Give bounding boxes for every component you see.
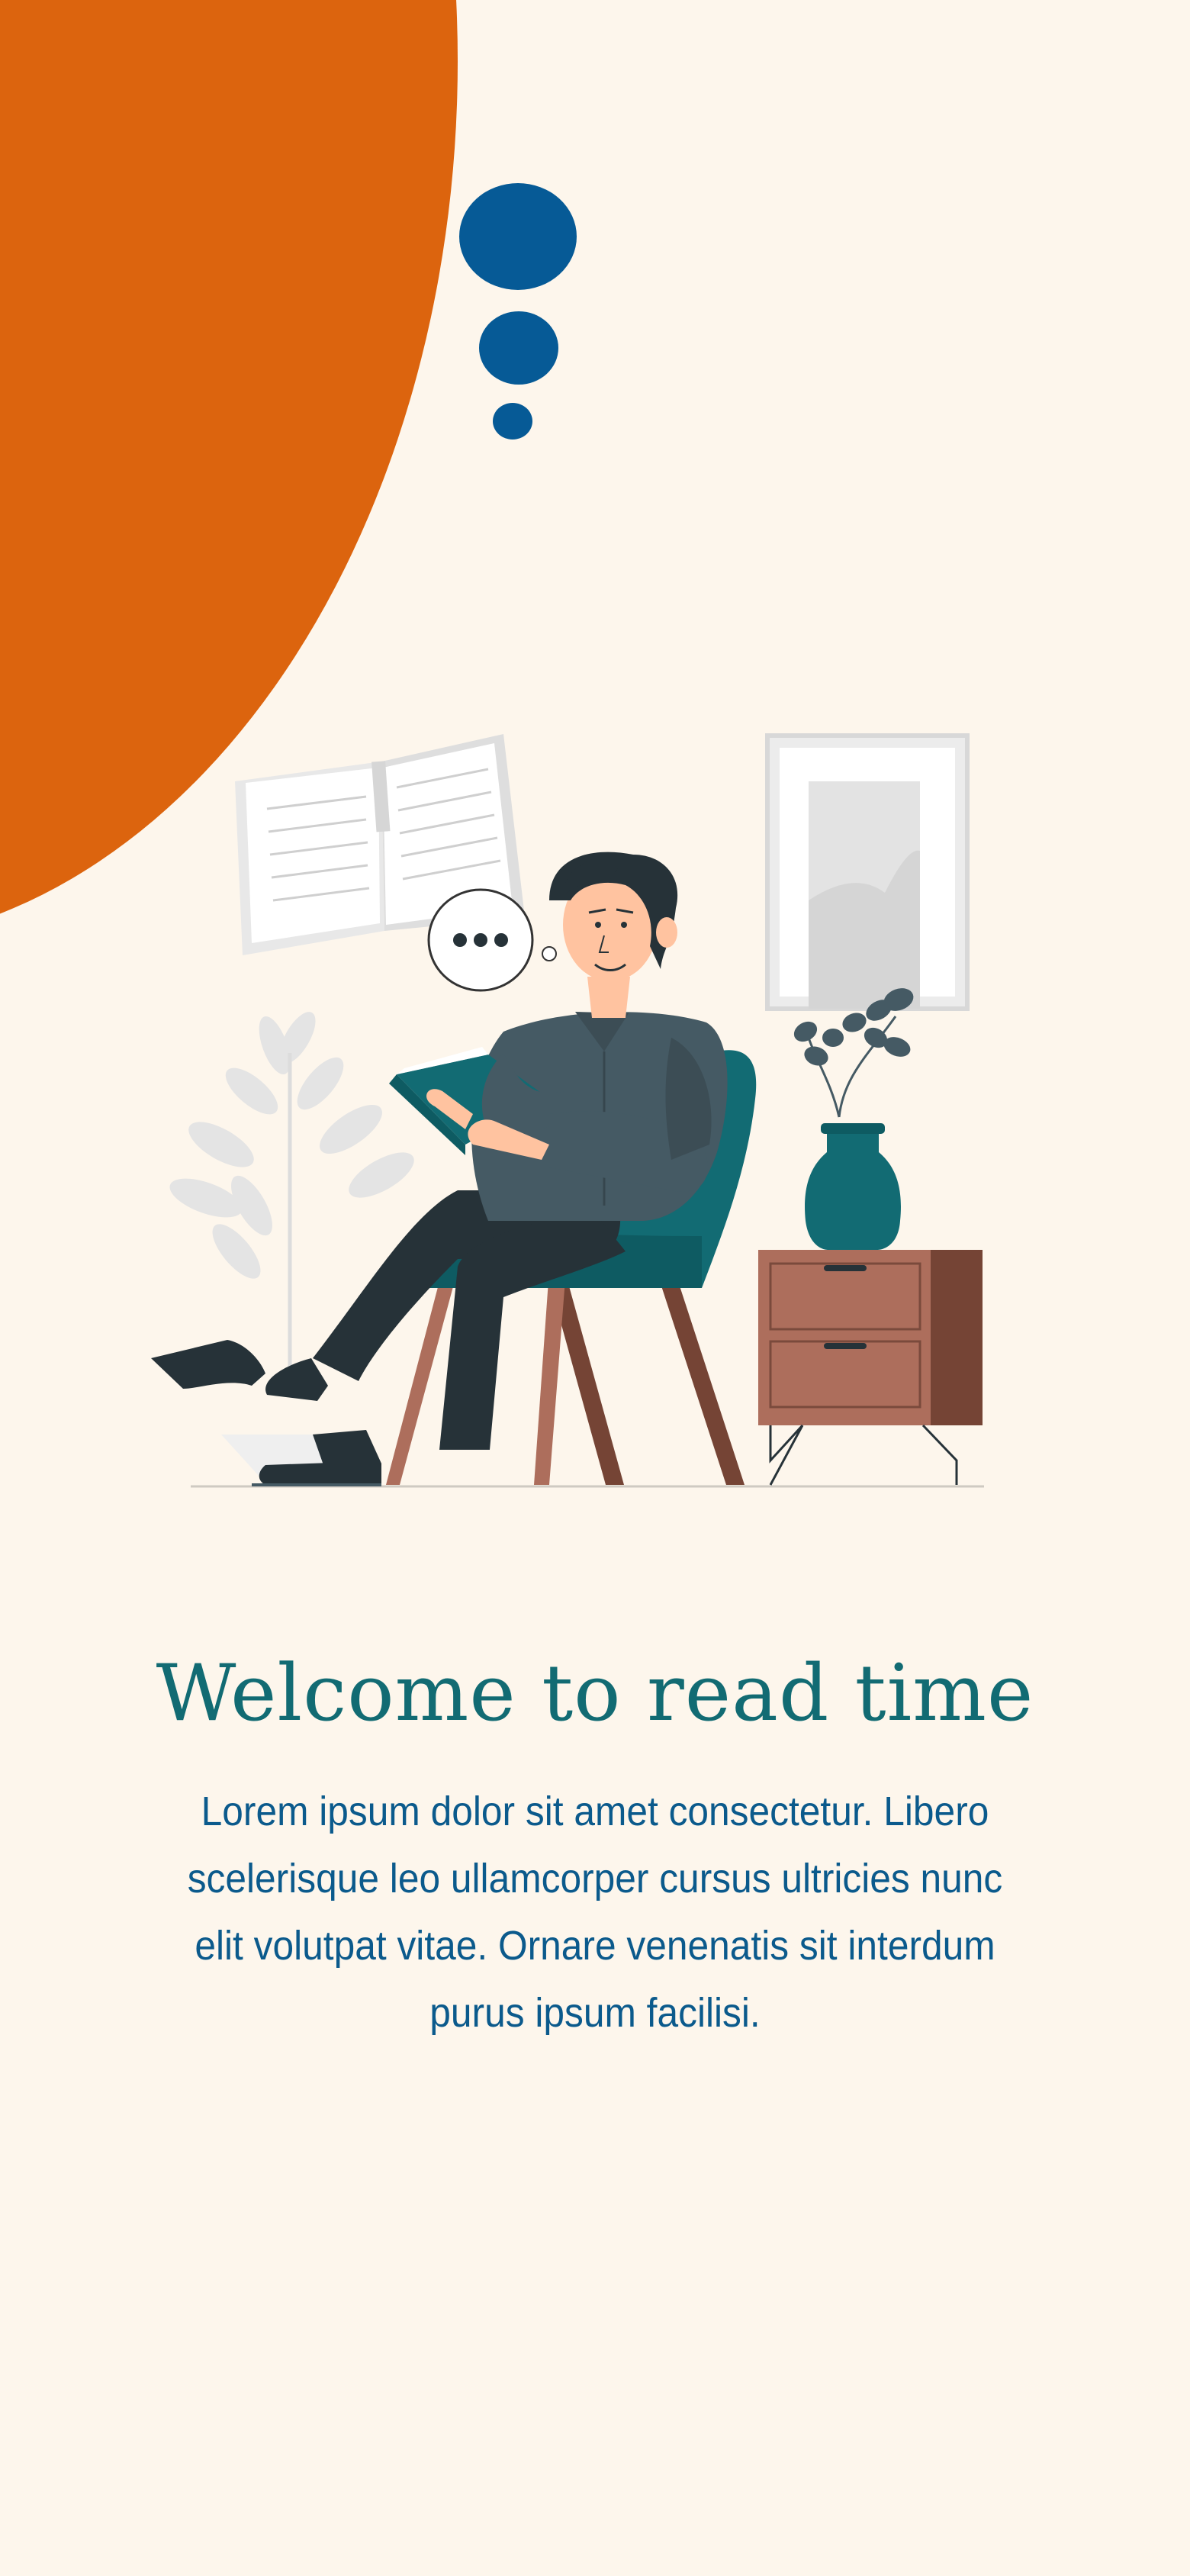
thought-bubble-medium xyxy=(479,311,558,385)
welcome-title: Welcome to read time xyxy=(156,1648,1034,1739)
reading-illustration xyxy=(151,733,984,1488)
welcome-description: Lorem ipsum dolor sit amet consectetur. … xyxy=(187,1789,1003,2036)
plant xyxy=(169,1012,414,1485)
vase xyxy=(793,988,914,1250)
picture-frame xyxy=(765,733,970,1011)
thought-bubble-small xyxy=(493,403,532,440)
nightstand xyxy=(758,1250,983,1486)
onboarding-screen: Welcome to read time Lorem ipsum dolor s… xyxy=(0,0,1190,2576)
thought-bubble-icon xyxy=(427,888,557,992)
thought-bubble-large xyxy=(459,183,577,290)
